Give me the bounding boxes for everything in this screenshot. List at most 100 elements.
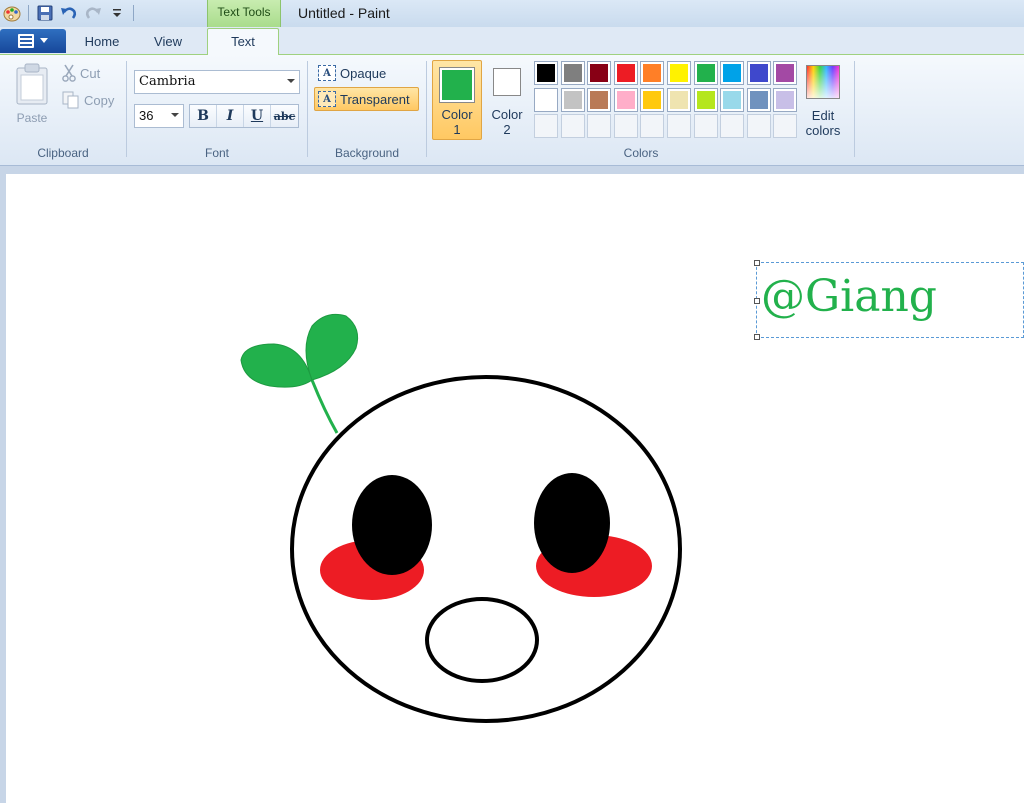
palette-color-swatch[interactable] bbox=[560, 61, 585, 85]
copy-label: Copy bbox=[84, 92, 115, 108]
palette-custom-slot[interactable] bbox=[587, 114, 612, 139]
text-tools-context-label: Text Tools bbox=[207, 0, 281, 27]
quick-access-toolbar bbox=[2, 3, 136, 23]
palette-color-swatch[interactable] bbox=[746, 61, 771, 85]
palette-custom-slot[interactable] bbox=[534, 114, 558, 139]
palette-color-swatch[interactable] bbox=[613, 87, 638, 112]
copy-icon bbox=[62, 91, 79, 109]
cut-label: Cut bbox=[80, 65, 101, 81]
text-format-buttons: B I U abc bbox=[189, 104, 299, 128]
palette-custom-slot[interactable] bbox=[720, 114, 745, 139]
opaque-label: Opaque bbox=[340, 65, 387, 81]
bold-button[interactable]: B bbox=[190, 105, 217, 127]
text-box-content[interactable]: @Giang bbox=[761, 271, 937, 322]
color1-button[interactable]: Color 1 bbox=[432, 60, 482, 140]
opaque-button[interactable]: A Opaque bbox=[316, 62, 420, 84]
sprout-stem bbox=[310, 379, 339, 434]
transparent-label: Transparent bbox=[340, 91, 410, 107]
app-menu-icon bbox=[18, 34, 34, 48]
paste-button[interactable]: Paste bbox=[10, 61, 54, 127]
palette-color-swatch[interactable] bbox=[693, 87, 718, 112]
font-size-value: 36 bbox=[139, 108, 154, 123]
palette-color-swatch[interactable] bbox=[640, 61, 665, 85]
strikethrough-button[interactable]: abc bbox=[271, 105, 298, 127]
paint-app-icon[interactable] bbox=[2, 3, 22, 23]
palette-custom-slot[interactable] bbox=[640, 114, 665, 139]
tab-view[interactable]: View bbox=[144, 32, 192, 55]
palette-color-swatch[interactable] bbox=[720, 87, 745, 112]
palette-custom-slot[interactable] bbox=[773, 114, 798, 139]
palette-custom-slot[interactable] bbox=[666, 114, 691, 139]
qat-separator bbox=[28, 5, 29, 21]
color-palette bbox=[534, 61, 798, 139]
palette-color-swatch[interactable] bbox=[773, 61, 798, 85]
palette-custom-slot[interactable] bbox=[560, 114, 585, 139]
palette-color-swatch[interactable] bbox=[587, 61, 612, 85]
palette-color-swatch[interactable] bbox=[534, 87, 558, 112]
ribbon: Paste Cut Copy Clipboard Cambria 36 B I … bbox=[0, 55, 1024, 166]
color-spectrum-icon bbox=[806, 65, 840, 99]
resize-handle[interactable] bbox=[754, 298, 760, 304]
clipboard-group-label: Clipboard bbox=[37, 146, 89, 160]
qat-separator bbox=[133, 5, 134, 21]
palette-color-swatch[interactable] bbox=[773, 87, 798, 112]
palette-color-swatch[interactable] bbox=[534, 61, 558, 85]
group-separator bbox=[854, 61, 855, 157]
transparent-button[interactable]: A Transparent bbox=[314, 87, 419, 111]
color1-label: Color 1 bbox=[441, 107, 473, 137]
canvas-workspace: @Giang bbox=[0, 166, 1024, 803]
left-eye bbox=[352, 475, 432, 575]
window-title: Untitled - Paint bbox=[298, 5, 390, 21]
background-group-label: Background bbox=[334, 146, 400, 160]
colors-group-label: Colors bbox=[623, 146, 659, 160]
color2-button[interactable]: Color 2 bbox=[486, 60, 528, 140]
clipboard-group: Paste Cut Copy Clipboard bbox=[0, 55, 126, 163]
font-family-dropdown[interactable]: Cambria bbox=[134, 70, 300, 94]
color1-swatch bbox=[439, 67, 475, 103]
italic-button[interactable]: I bbox=[217, 105, 244, 127]
cut-button[interactable]: Cut bbox=[62, 63, 100, 83]
redo-icon[interactable] bbox=[83, 3, 103, 23]
palette-color-swatch[interactable] bbox=[666, 87, 691, 112]
save-icon[interactable] bbox=[35, 3, 55, 23]
paint-menu-button[interactable] bbox=[0, 29, 66, 53]
palette-color-swatch[interactable] bbox=[746, 87, 771, 112]
tab-home[interactable]: Home bbox=[76, 32, 128, 55]
palette-custom-slot[interactable] bbox=[693, 114, 718, 139]
palette-color-swatch[interactable] bbox=[720, 61, 745, 85]
font-group: Cambria 36 B I U abc Font bbox=[128, 55, 306, 163]
customize-qat-icon[interactable] bbox=[107, 3, 127, 23]
font-size-dropdown[interactable]: 36 bbox=[134, 104, 184, 128]
palette-custom-slot[interactable] bbox=[613, 114, 638, 139]
sprout-right-leaf bbox=[305, 313, 359, 381]
underline-button[interactable]: U bbox=[244, 105, 271, 127]
colors-group: Color 1 Color 2 Edit colors Colors bbox=[428, 55, 854, 163]
undo-icon[interactable] bbox=[59, 3, 79, 23]
copy-button[interactable]: Copy bbox=[62, 90, 114, 110]
clipboard-icon bbox=[16, 63, 48, 105]
palette-color-swatch[interactable] bbox=[693, 61, 718, 85]
resize-handle[interactable] bbox=[754, 334, 760, 340]
sprout-left-leaf bbox=[240, 343, 313, 388]
title-bar: Text Tools Untitled - Paint bbox=[0, 0, 1024, 27]
font-group-label: Font bbox=[204, 146, 229, 160]
color2-swatch bbox=[493, 68, 521, 96]
font-family-value: Cambria bbox=[139, 74, 196, 89]
text-box[interactable]: @Giang bbox=[754, 260, 1024, 340]
resize-handle[interactable] bbox=[754, 260, 760, 266]
palette-color-swatch[interactable] bbox=[640, 87, 665, 112]
transparent-icon: A bbox=[318, 91, 336, 107]
ribbon-tab-row: Home View bbox=[0, 27, 1024, 55]
tab-text[interactable]: Text bbox=[207, 28, 279, 55]
edit-colors-button[interactable]: Edit colors bbox=[800, 61, 846, 141]
group-separator bbox=[126, 61, 127, 157]
palette-color-swatch[interactable] bbox=[560, 87, 585, 112]
palette-color-swatch[interactable] bbox=[666, 61, 691, 85]
group-separator bbox=[426, 61, 427, 157]
palette-color-swatch[interactable] bbox=[613, 61, 638, 85]
palette-color-swatch[interactable] bbox=[587, 87, 612, 112]
background-group: A Opaque A Transparent Background bbox=[308, 55, 426, 163]
drawing-canvas[interactable]: @Giang bbox=[6, 174, 1024, 803]
palette-custom-slot[interactable] bbox=[746, 114, 771, 139]
chevron-down-icon bbox=[287, 79, 295, 83]
